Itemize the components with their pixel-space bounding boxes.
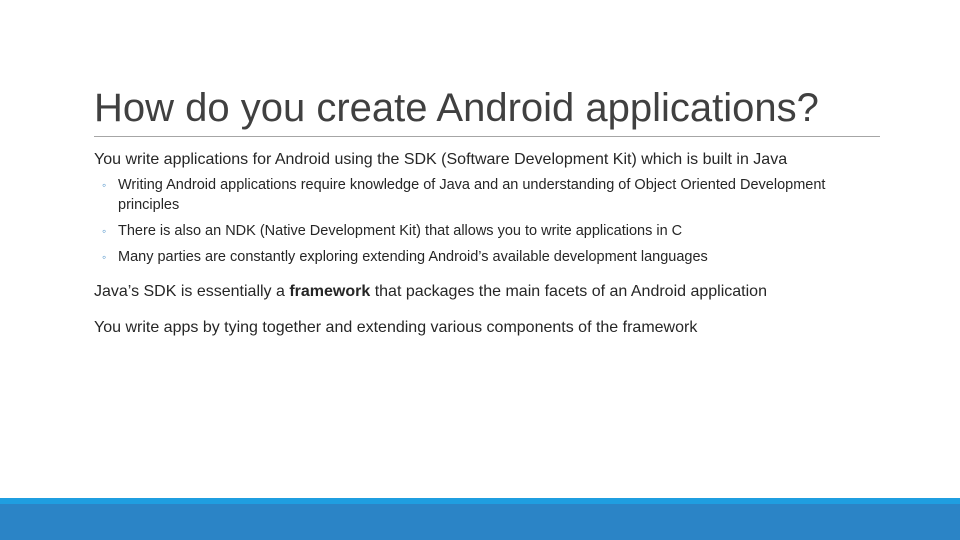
framework-keyword: framework	[289, 283, 371, 300]
slide-body: You write applications for Android using…	[94, 150, 864, 339]
framework-paragraph: Java’s SDK is essentially a framework th…	[94, 281, 864, 303]
sub-bullet-item: ◦ There is also an NDK (Native Developme…	[102, 221, 864, 241]
slide-title: How do you create Android applications?	[94, 86, 819, 130]
sub-bullet-text: Writing Android applications require kno…	[118, 177, 826, 213]
sub-bullet-item: ◦ Many parties are constantly exploring …	[102, 247, 864, 267]
bullet-icon: ◦	[102, 178, 107, 192]
bullet-icon: ◦	[102, 224, 107, 238]
title-divider	[94, 136, 880, 137]
sub-bullet-list: ◦ Writing Android applications require k…	[94, 175, 864, 267]
intro-paragraph: You write applications for Android using…	[94, 151, 788, 168]
framework-text-before: Java’s SDK is essentially a	[94, 283, 290, 300]
bullet-icon: ◦	[102, 250, 107, 264]
slide: How do you create Android applications? …	[0, 0, 960, 540]
components-paragraph: You write apps by tying together and ext…	[94, 319, 698, 336]
sub-bullet-text: Many parties are constantly exploring ex…	[118, 249, 708, 265]
footer-bar	[0, 498, 960, 540]
framework-text-after: that packages the main facets of an Andr…	[370, 283, 767, 300]
sub-bullet-text: There is also an NDK (Native Development…	[118, 223, 683, 239]
footer-stripe	[0, 498, 960, 504]
sub-bullet-item: ◦ Writing Android applications require k…	[102, 175, 864, 215]
